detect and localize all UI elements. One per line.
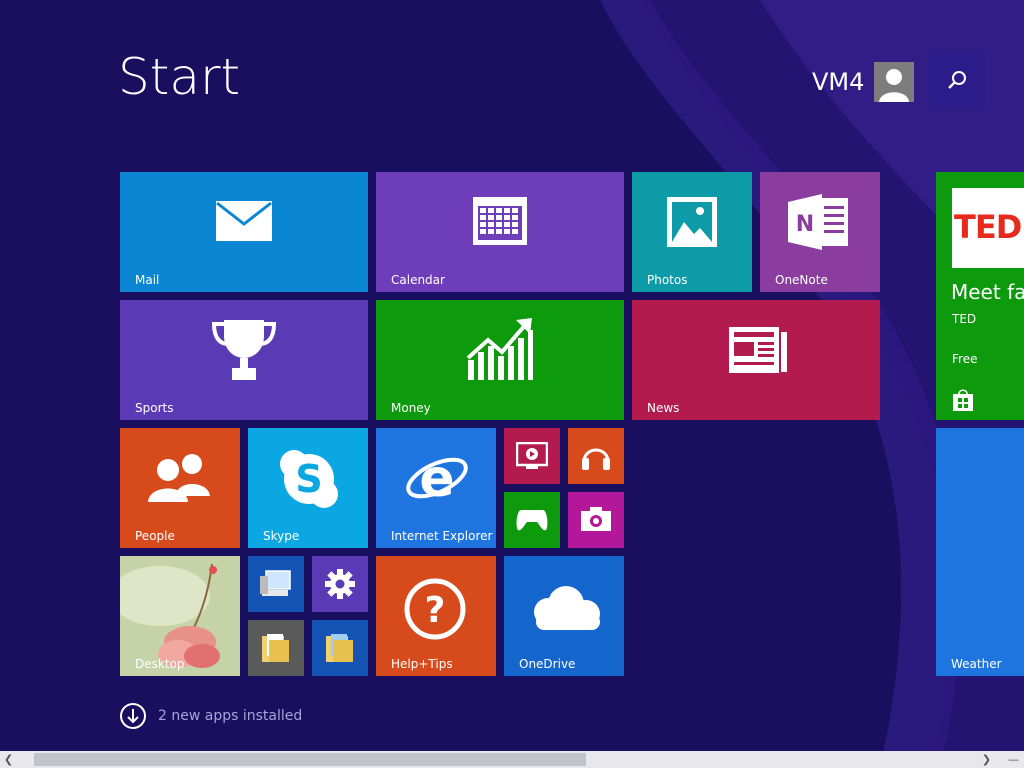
scroll-right-icon[interactable]: ❯ [978,751,995,768]
help-icon: ? [404,578,466,640]
video-icon [516,442,548,469]
onenote-icon: N [788,194,848,250]
user-icon [879,69,910,102]
tile-pictures[interactable] [312,620,368,676]
calendar-icon [473,197,527,245]
svg-text:S: S [295,457,322,501]
documents-folder-icon [262,634,289,662]
tile-weather[interactable]: Weather [936,428,1024,676]
tile-camera[interactable] [568,492,624,548]
tile-label: Internet Explorer [391,529,493,543]
avatar[interactable] [874,62,915,102]
skype-icon: S [280,450,338,508]
tile-label: People [135,529,175,543]
tile-video[interactable] [504,428,560,484]
svg-text:N: N [796,212,814,237]
tile-label: Weather [951,657,1002,671]
tile-onenote[interactable]: N OneNote [760,172,880,292]
tile-onedrive[interactable]: OneDrive [504,556,624,676]
down-arrow-icon [120,703,146,729]
tile-label: Desktop [135,657,185,671]
tile-mail[interactable]: Mail [120,172,368,292]
svg-text:e: e [419,449,454,509]
tile-label: Money [391,401,431,415]
search-icon [948,71,966,89]
headphones-icon [582,448,610,470]
tile-this-pc[interactable] [248,556,304,612]
chart-icon [466,318,533,380]
zoom-out-icon[interactable]: — [1005,751,1022,768]
scroll-thumb[interactable] [34,753,586,766]
gear-icon [325,569,355,599]
tile-label: Skype [263,529,300,543]
ted-price: Free [952,352,978,366]
search-button[interactable] [929,52,985,108]
trophy-icon [211,320,277,380]
tile-news[interactable]: News [632,300,880,420]
internet-explorer-icon: e [406,449,468,509]
newspaper-icon [729,327,787,373]
mail-icon [216,201,272,241]
user-name: VM4 [812,68,865,96]
tile-settings[interactable] [312,556,368,612]
game-controller-icon [516,510,548,531]
tile-ted-app[interactable]: TED Meet fas TED Free [936,172,1024,420]
tile-calendar[interactable]: Calendar [376,172,624,292]
tile-label: OneDrive [519,657,576,671]
tile-photos[interactable]: Photos [632,172,752,292]
tile-games[interactable] [504,492,560,548]
tile-desktop[interactable]: Desktop [120,556,240,676]
tile-label: Sports [135,401,174,415]
ted-publisher: TED [952,312,977,326]
page-title: Start [118,48,241,106]
tile-label: Mail [135,273,160,287]
tile-internet-explorer[interactable]: e Internet Explorer [376,428,496,548]
ted-headline: Meet fas [951,280,1024,304]
horizontal-scrollbar[interactable]: ❮ ❯ — [0,751,1024,768]
user-account[interactable]: VM4 [812,60,915,104]
tile-label: Help+Tips [391,657,453,671]
tile-skype[interactable]: S Skype [248,428,368,548]
tile-label: Photos [647,273,688,287]
ted-logo: TED [954,208,1022,246]
tile-label: News [647,401,680,415]
tile-people[interactable]: People [120,428,240,548]
new-apps-text: 2 new apps installed [158,708,303,724]
new-apps-notice[interactable]: 2 new apps installed [120,701,302,731]
computer-icon [260,570,291,596]
tile-documents[interactable] [248,620,304,676]
tile-label: OneNote [775,273,828,287]
tile-sports[interactable]: Sports [120,300,368,420]
cloud-icon [534,586,600,630]
svg-text:?: ? [425,590,446,631]
people-icon [148,454,210,502]
tile-help-tips[interactable]: ? Help+Tips [376,556,496,676]
scroll-left-icon[interactable]: ❮ [0,751,17,768]
photos-icon [667,197,717,247]
tile-music[interactable] [568,428,624,484]
store-icon [953,389,973,411]
pictures-folder-icon [326,634,353,662]
ted-logo-box: TED [952,188,1024,268]
tile-label: Calendar [391,273,445,287]
camera-icon [581,507,611,531]
tile-money[interactable]: Money [376,300,624,420]
